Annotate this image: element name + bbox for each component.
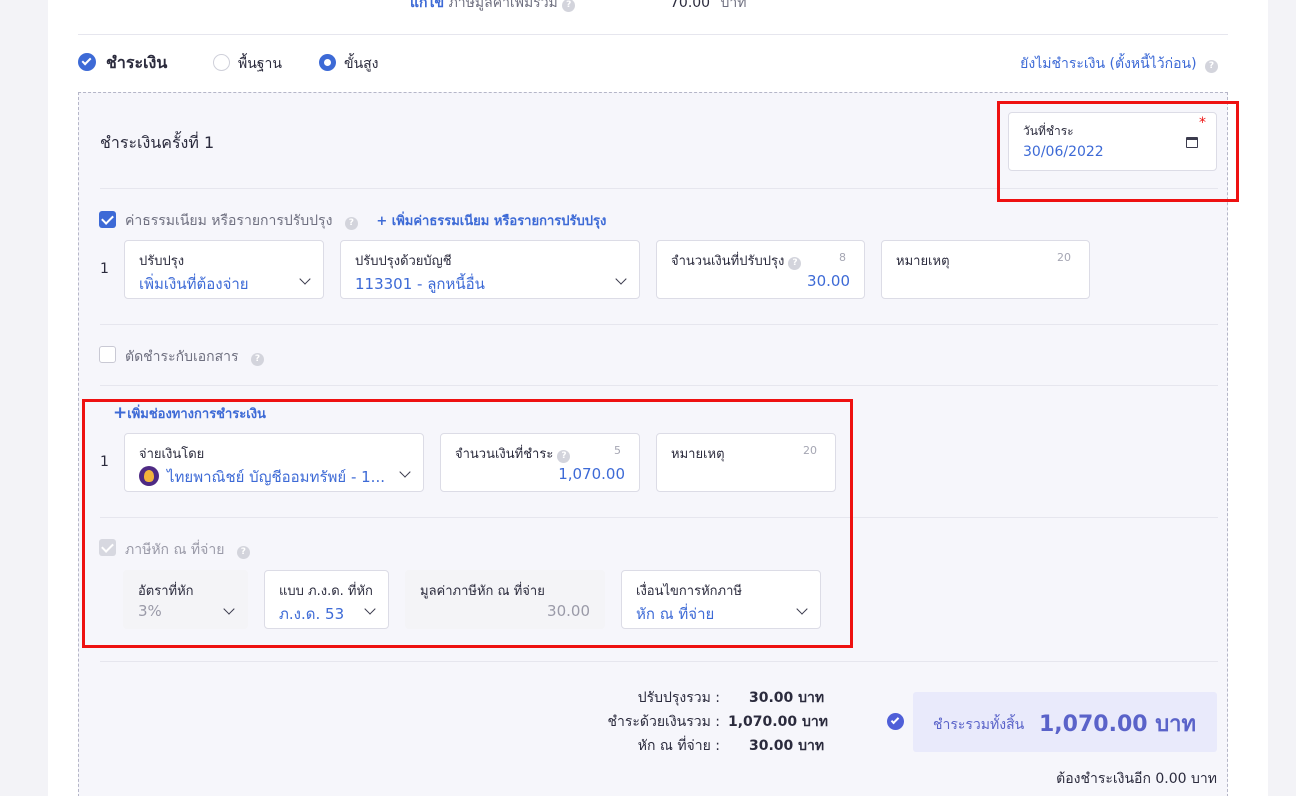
offset-checkbox-label: ตัดชำระกับเอกสาร: [125, 349, 239, 365]
vat-total-label: ภาษีมูลค่าเพิ่มรวม: [448, 0, 558, 11]
mode-basic-radio[interactable]: [213, 54, 230, 71]
adjust-account-value[interactable]: 113301 - ลูกหนี้อื่น: [355, 272, 485, 296]
fees-checkbox-label: ค่าธรรมเนียม หรือรายการปรับปรุง: [125, 213, 333, 229]
adjust-account-label: ปรับปรุงด้วยบัญชี: [355, 254, 452, 269]
adjust-account-select[interactable]: ปรับปรุงด้วยบัญชี 113301 - ลูกหนี้อื่น: [340, 240, 640, 299]
divider: [100, 661, 1218, 662]
add-fee-link[interactable]: + เพิ่มค่าธรรมเนียม หรือรายการปรับปรุง: [376, 214, 606, 229]
edit-vat-link[interactable]: แก้ไข: [410, 0, 444, 11]
summary-adjust-label: ปรับปรุงรวม :: [637, 690, 720, 706]
vat-total-value-row: 70.00 บาท: [670, 0, 747, 14]
char-count: 8: [839, 251, 846, 264]
fees-label-wrap: ค่าธรรมเนียม หรือรายการปรับปรุง ? + เพิ่…: [125, 210, 606, 232]
adjust-amount-label: จำนวนเงินที่ปรับปรุง: [671, 254, 785, 269]
fee-note-label: หมายเหตุ: [896, 254, 950, 269]
divider: [100, 385, 1218, 386]
adjust-type-select[interactable]: ปรับปรุง เพิ่มเงินที่ต้องจ่าย: [124, 240, 324, 299]
fee-row-number: 1: [100, 261, 109, 277]
fees-checkbox[interactable]: [99, 211, 116, 228]
summary-wht-value: 30.00 บาท: [749, 738, 825, 754]
total-value: 1,070.00 บาท: [1039, 712, 1197, 737]
help-icon[interactable]: ?: [788, 257, 802, 270]
highlight-box-payment: [82, 399, 853, 648]
adjust-type-value[interactable]: เพิ่มเงินที่ต้องจ่าย: [139, 272, 249, 296]
adjust-type-label: ปรับปรุง: [139, 254, 185, 269]
check-circle-icon: [78, 53, 96, 71]
summary-adjust-value: 30.00 บาท: [749, 690, 825, 706]
remaining-text: ต้องชำระเงินอีก 0.00 บาท: [1056, 771, 1217, 787]
vat-total-row: แก้ไข ภาษีมูลค่าเพิ่มรวม ?: [410, 0, 576, 14]
mode-basic-label[interactable]: พื้นฐาน: [238, 53, 282, 75]
payment-title: ชำระเงิน: [106, 53, 168, 72]
adjust-amount-field[interactable]: จำนวนเงินที่ปรับปรุง ? 8 30.00: [656, 240, 865, 299]
summary-wht-label: หัก ณ ที่จ่าย :: [637, 738, 720, 754]
total-box: ชำระรวมทั้งสิ้น 1,070.00 บาท: [913, 692, 1217, 752]
chevron-down-icon[interactable]: [615, 273, 627, 285]
installment-title: ชำระเงินครั้งที่ 1: [100, 133, 215, 152]
unpaid-link[interactable]: ยังไม่ชำระเงิน (ตั้งหนี้ไว้ก่อน): [1020, 56, 1196, 72]
fee-note-field[interactable]: หมายเหตุ 20: [881, 240, 1090, 299]
help-icon[interactable]: ?: [562, 0, 576, 12]
total-label: ชำระรวมทั้งสิ้น: [933, 717, 1025, 733]
offset-label-wrap: ตัดชำระกับเอกสาร ?: [125, 346, 264, 368]
help-icon[interactable]: ?: [1205, 60, 1218, 73]
help-icon[interactable]: ?: [251, 353, 264, 366]
vat-total-unit: บาท: [720, 0, 747, 11]
summary-paid-label: ชำระด้วยเงินรวม :: [607, 714, 720, 730]
divider: [100, 324, 1218, 325]
adjust-amount-label-wrap: จำนวนเงินที่ปรับปรุง ?: [671, 250, 802, 271]
adjust-amount-value[interactable]: 30.00: [807, 272, 850, 290]
check-circle-icon: [887, 713, 904, 730]
help-icon[interactable]: ?: [344, 217, 358, 230]
mode-advanced-label[interactable]: ขั้นสูง: [344, 53, 379, 75]
divider: [78, 34, 1228, 35]
vat-total-value: 70.00: [670, 0, 711, 11]
summary-paid-value: 1,070.00 บาท: [728, 714, 828, 730]
offset-checkbox[interactable]: [99, 346, 116, 363]
char-count: 20: [1057, 251, 1071, 264]
chevron-down-icon[interactable]: [299, 273, 311, 285]
highlight-box-date: [997, 101, 1239, 202]
mode-advanced-radio[interactable]: [319, 54, 336, 71]
unpaid-link-wrap: ยังไม่ชำระเงิน (ตั้งหนี้ไว้ก่อน) ?: [978, 53, 1218, 75]
